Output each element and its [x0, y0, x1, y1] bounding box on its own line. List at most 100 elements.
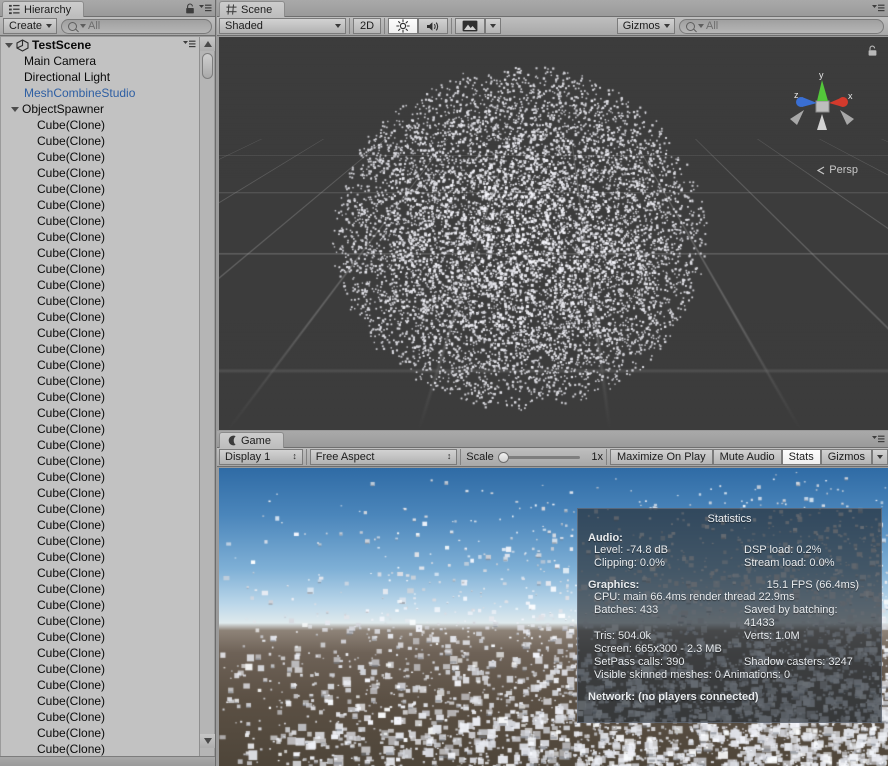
- toolbar-divider: [384, 18, 385, 34]
- aspect-dropdown[interactable]: Free Aspect: [309, 449, 458, 465]
- stat-row: Tris: 504.0k Verts: 1.0M: [588, 630, 871, 643]
- scroll-up-button[interactable]: [200, 37, 215, 51]
- expand-triangle-icon[interactable]: [5, 42, 13, 48]
- hierarchy-item-row[interactable]: Cube(Clone): [1, 293, 199, 309]
- hierarchy-item-row[interactable]: Cube(Clone): [1, 133, 199, 149]
- hierarchy-item-row[interactable]: Cube(Clone): [1, 725, 199, 741]
- scene-row-menu-icon[interactable]: [182, 39, 196, 50]
- scale-slider[interactable]: [497, 451, 581, 463]
- hierarchy-item-row[interactable]: Cube(Clone): [1, 261, 199, 277]
- hierarchy-item-row[interactable]: Cube(Clone): [1, 741, 199, 756]
- toolbar-divider: [460, 449, 462, 465]
- tab-hierarchy[interactable]: Hierarchy: [2, 1, 85, 17]
- panel-menu-icon[interactable]: [198, 3, 212, 14]
- hierarchy-item-row[interactable]: Cube(Clone): [1, 709, 199, 725]
- hierarchy-item-row[interactable]: Cube(Clone): [1, 549, 199, 565]
- panel-menu-icon[interactable]: [871, 3, 885, 14]
- hierarchy-item-row[interactable]: Cube(Clone): [1, 341, 199, 357]
- scene-audio-toggle[interactable]: [418, 18, 448, 34]
- stat-value: Verts: 1.0M: [744, 630, 800, 642]
- hierarchy-toolbar: Create All: [0, 17, 215, 36]
- toggle-2d-button[interactable]: 2D: [353, 18, 381, 34]
- chevron-down-icon: [203, 738, 212, 744]
- stat-row: Screen: 665x300 - 2.3 MB: [588, 643, 871, 656]
- stat-value: Saved by batching: 41433: [744, 604, 838, 629]
- scene-lighting-toggle[interactable]: [388, 18, 418, 34]
- hierarchy-item-row[interactable]: Cube(Clone): [1, 533, 199, 549]
- game-viewport[interactable]: Statistics Audio: Level: -74.8 dB DSP loa…: [219, 468, 888, 766]
- hierarchy-tree[interactable]: TestScene Main Camera Directional Light Mes…: [1, 37, 199, 756]
- scene-projection-label[interactable]: Persp: [816, 164, 858, 176]
- display-dropdown[interactable]: Display 1: [219, 449, 303, 465]
- hierarchy-item-row[interactable]: Cube(Clone): [1, 181, 199, 197]
- mute-audio-button[interactable]: Mute Audio: [712, 449, 782, 465]
- toolbar-divider: [349, 18, 350, 34]
- hierarchy-item-row[interactable]: Cube(Clone): [1, 677, 199, 693]
- hierarchy-item-row[interactable]: Cube(Clone): [1, 389, 199, 405]
- expand-triangle-icon[interactable]: [11, 106, 19, 112]
- hierarchy-item-row[interactable]: Cube(Clone): [1, 405, 199, 421]
- hierarchy-item-row[interactable]: Cube(Clone): [1, 485, 199, 501]
- hierarchy-item-label: Cube(Clone): [37, 118, 106, 132]
- hierarchy-item-row[interactable]: Cube(Clone): [1, 213, 199, 229]
- game-icon: [228, 435, 236, 446]
- hierarchy-item-row[interactable]: Directional Light: [1, 69, 199, 85]
- hierarchy-item-row[interactable]: Cube(Clone): [1, 325, 199, 341]
- hierarchy-item-row[interactable]: Cube(Clone): [1, 517, 199, 533]
- stats-button[interactable]: Stats: [781, 449, 821, 465]
- hierarchy-item-row[interactable]: Cube(Clone): [1, 229, 199, 245]
- scrollbar-thumb[interactable]: [202, 53, 213, 79]
- hierarchy-item-row[interactable]: Cube(Clone): [1, 421, 199, 437]
- hierarchy-item-row[interactable]: Cube(Clone): [1, 469, 199, 485]
- unity-editor-window: Hierarchy Create All TestScene Main Camer…: [0, 0, 888, 766]
- hierarchy-item-row[interactable]: Cube(Clone): [1, 357, 199, 373]
- gizmo-lock-icon[interactable]: [867, 45, 878, 57]
- game-gizmos-button[interactable]: Gizmos: [820, 449, 873, 465]
- hierarchy-item-row[interactable]: Cube(Clone): [1, 437, 199, 453]
- hierarchy-item-row[interactable]: Cube(Clone): [1, 165, 199, 181]
- hierarchy-item-row[interactable]: Cube(Clone): [1, 309, 199, 325]
- hierarchy-item-row[interactable]: Cube(Clone): [1, 581, 199, 597]
- scene-effects-dropdown[interactable]: [485, 18, 501, 34]
- hierarchy-item-row[interactable]: Cube(Clone): [1, 629, 199, 645]
- hierarchy-item-row[interactable]: Cube(Clone): [1, 197, 199, 213]
- hierarchy-scrollbar[interactable]: [199, 37, 215, 766]
- hierarchy-item-row[interactable]: ObjectSpawner: [1, 101, 199, 117]
- stat-label: Tris: 504.0k: [594, 630, 652, 642]
- scroll-down-button[interactable]: [200, 734, 215, 748]
- scale-slider-handle[interactable]: [497, 451, 509, 463]
- hierarchy-item-row[interactable]: Cube(Clone): [1, 693, 199, 709]
- hierarchy-item-row[interactable]: Cube(Clone): [1, 645, 199, 661]
- hierarchy-item-row[interactable]: Cube(Clone): [1, 565, 199, 581]
- hierarchy-item-row[interactable]: Cube(Clone): [1, 501, 199, 517]
- tab-game[interactable]: Game: [219, 432, 284, 448]
- scene-effects-button[interactable]: [455, 18, 485, 34]
- lock-icon[interactable]: [185, 3, 195, 14]
- create-button[interactable]: Create: [3, 18, 58, 34]
- hierarchy-scene-row[interactable]: TestScene: [1, 37, 199, 53]
- hierarchy-item-row[interactable]: Cube(Clone): [1, 613, 199, 629]
- maximize-on-play-button[interactable]: Maximize On Play: [609, 449, 713, 465]
- hierarchy-item-row[interactable]: Main Camera: [1, 53, 199, 69]
- scene-search-input[interactable]: All: [679, 18, 884, 34]
- game-gizmos-dropdown[interactable]: [872, 449, 888, 465]
- tab-scene[interactable]: Scene: [219, 1, 286, 17]
- scene-viewport[interactable]: z x y Persp: [219, 37, 888, 430]
- hierarchy-item-row[interactable]: Cube(Clone): [1, 245, 199, 261]
- hierarchy-item-row[interactable]: Cube(Clone): [1, 661, 199, 677]
- panel-menu-icon[interactable]: [871, 434, 885, 445]
- hierarchy-item-row[interactable]: Cube(Clone): [1, 597, 199, 613]
- hierarchy-item-label: Cube(Clone): [37, 278, 106, 292]
- hierarchy-item-row[interactable]: MeshCombineStudio: [1, 85, 199, 101]
- scene-axis-gizmo[interactable]: z x y: [784, 70, 860, 136]
- search-filter-chevron-icon[interactable]: [698, 24, 704, 28]
- hierarchy-item-row[interactable]: Cube(Clone): [1, 373, 199, 389]
- hierarchy-search-input[interactable]: All: [61, 18, 212, 34]
- hierarchy-item-row[interactable]: Cube(Clone): [1, 453, 199, 469]
- search-filter-chevron-icon[interactable]: [80, 24, 87, 28]
- hierarchy-item-row[interactable]: Cube(Clone): [1, 117, 199, 133]
- hierarchy-item-row[interactable]: Cube(Clone): [1, 149, 199, 165]
- scene-gizmos-dropdown[interactable]: Gizmos: [616, 18, 675, 34]
- draw-mode-dropdown[interactable]: Shaded: [219, 18, 346, 34]
- hierarchy-item-row[interactable]: Cube(Clone): [1, 277, 199, 293]
